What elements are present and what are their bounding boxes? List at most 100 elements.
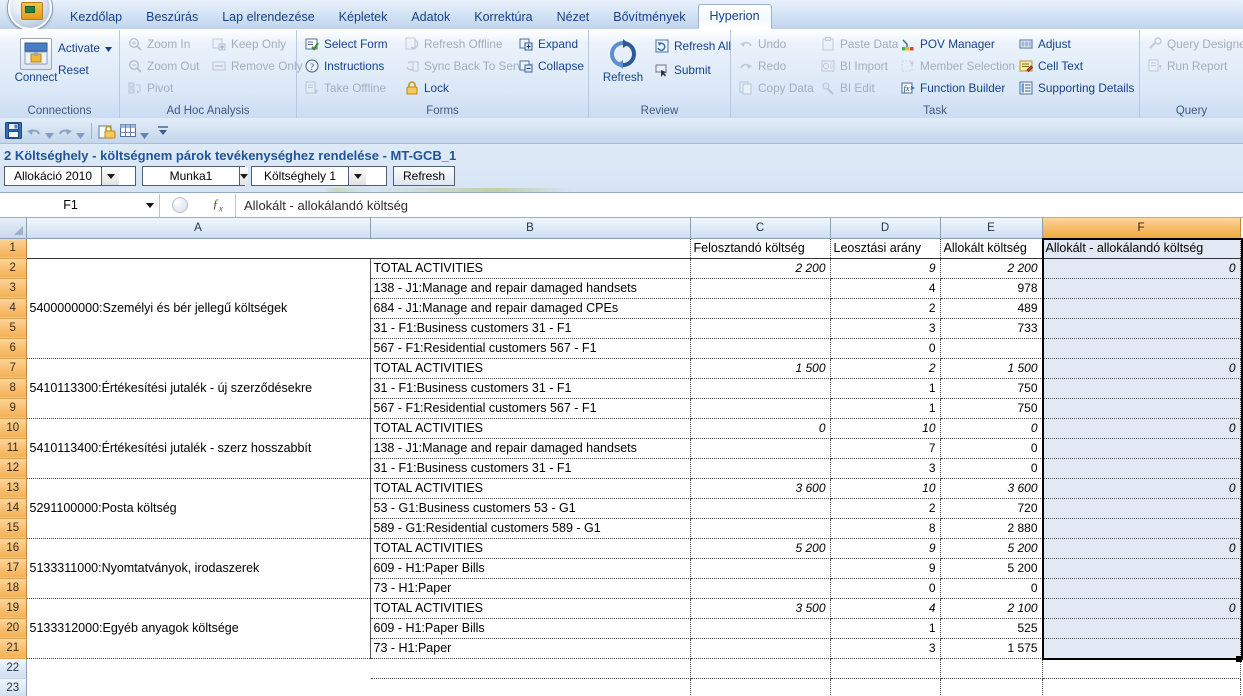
cell-b5[interactable]: 31 - F1:Business customers 31 - F1 <box>370 318 691 339</box>
tab-hyperion[interactable]: Hyperion <box>697 4 772 29</box>
column-header-c[interactable]: C <box>690 218 831 239</box>
cell-e18[interactable]: 0 <box>940 578 1043 599</box>
row-header-7[interactable]: 7 <box>0 358 27 379</box>
cell-d23[interactable] <box>830 678 941 696</box>
redo-dropdown-icon[interactable] <box>76 126 85 139</box>
zoom-out-button[interactable]: Zoom Out <box>128 58 199 75</box>
collapse-button[interactable]: Collapse <box>519 58 584 75</box>
row-header-10[interactable]: 10 <box>0 418 27 439</box>
cell-b17[interactable]: 609 - H1:Paper Bills <box>370 558 691 579</box>
tab-nezet[interactable]: Nézet <box>545 5 602 29</box>
cell-f2[interactable]: 0 <box>1042 258 1241 279</box>
lock-button[interactable]: Lock <box>405 80 449 97</box>
redo-icon[interactable] <box>57 123 73 139</box>
pov-combo-scenario[interactable]: Allokáció 2010 <box>4 166 136 186</box>
tab-bovitmenyek[interactable]: Bővítmények <box>601 5 697 29</box>
cell-e15[interactable]: 2 880 <box>940 518 1043 539</box>
cell-f4[interactable] <box>1042 298 1241 319</box>
cell-e23[interactable] <box>940 678 1043 696</box>
cell-c6[interactable] <box>690 338 831 359</box>
cell-f23[interactable] <box>1042 678 1241 696</box>
select-all-corner[interactable] <box>0 218 27 239</box>
cell-e14[interactable]: 720 <box>940 498 1043 519</box>
row-header-1[interactable]: 1 <box>0 238 27 259</box>
row-header-12[interactable]: 12 <box>0 458 27 479</box>
cell-c1[interactable]: Felosztandó költség <box>690 238 831 259</box>
office-button[interactable] <box>8 0 52 30</box>
cell-d6[interactable]: 0 <box>830 338 941 359</box>
cell-b2[interactable]: TOTAL ACTIVITIES <box>370 258 691 279</box>
cell-d18[interactable]: 0 <box>830 578 941 599</box>
cell-c4[interactable] <box>690 298 831 319</box>
column-header-e[interactable]: E <box>940 218 1043 239</box>
refresh-all-button[interactable]: Refresh All <box>655 38 731 55</box>
row-header-8[interactable]: 8 <box>0 378 27 399</box>
cell-d9[interactable]: 1 <box>830 398 941 419</box>
pov-refresh-button[interactable]: Refresh <box>393 166 456 186</box>
tab-beszuras[interactable]: Beszúrás <box>134 5 210 29</box>
reset-button[interactable]: Reset <box>58 62 89 79</box>
cell-f14[interactable] <box>1042 498 1241 519</box>
row-header-20[interactable]: 20 <box>0 618 27 639</box>
cell-b6[interactable]: 567 - F1:Residential customers 567 - F1 <box>370 338 691 359</box>
account-cell-1[interactable]: 5400000000:Személyi és bér jellegű költs… <box>26 258 371 359</box>
cell-e8[interactable]: 750 <box>940 378 1043 399</box>
bi-import-button[interactable]: BI Import <box>821 58 888 75</box>
tab-lap-elrendezese[interactable]: Lap elrendezése <box>210 5 326 29</box>
cell-b10[interactable]: TOTAL ACTIVITIES <box>370 418 691 439</box>
customize-qat-icon[interactable] <box>156 124 170 138</box>
cell-f20[interactable] <box>1042 618 1241 639</box>
cell-f17[interactable] <box>1042 558 1241 579</box>
cell-c11[interactable] <box>690 438 831 459</box>
copy-data-button[interactable]: Copy Data <box>739 80 814 97</box>
cell-e19[interactable]: 2 100 <box>940 598 1043 619</box>
cell-b11[interactable]: 138 - J1:Manage and repair damaged hands… <box>370 438 691 459</box>
cell-f9[interactable] <box>1042 398 1241 419</box>
cell-b9[interactable]: 567 - F1:Residential customers 567 - F1 <box>370 398 691 419</box>
adjust-button[interactable]: Adjust <box>1019 36 1071 53</box>
undo-task-button[interactable]: Undo <box>739 36 786 53</box>
cell-c10[interactable]: 0 <box>690 418 831 439</box>
cell-e3[interactable]: 978 <box>940 278 1043 299</box>
cell-f8[interactable] <box>1042 378 1241 399</box>
cell-e1[interactable]: Allokált költség <box>940 238 1043 259</box>
cell-c9[interactable] <box>690 398 831 419</box>
insert-function-icon[interactable]: ƒx <box>212 196 223 214</box>
select-form-button[interactable]: Select Form <box>305 36 388 53</box>
account-cell-5[interactable]: 5133311000:Nyomtatványok, irodaszerek <box>26 538 371 599</box>
paste-data-button[interactable]: Paste Data <box>821 36 898 53</box>
row-header-18[interactable]: 18 <box>0 578 27 599</box>
cell-b13[interactable]: TOTAL ACTIVITIES <box>370 478 691 499</box>
row-header-14[interactable]: 14 <box>0 498 27 519</box>
cell-c8[interactable] <box>690 378 831 399</box>
account-cell-6[interactable]: 5133312000:Egyéb anyagok költsége <box>26 598 371 659</box>
row-header-16[interactable]: 16 <box>0 538 27 559</box>
cell-b3[interactable]: 138 - J1:Manage and repair damaged hands… <box>370 278 691 299</box>
cell-d7[interactable]: 2 <box>830 358 941 379</box>
cell-d3[interactable]: 4 <box>830 278 941 299</box>
cell-f1[interactable]: Allokált - allokálandó költség <box>1042 238 1241 259</box>
cell-d2[interactable]: 9 <box>830 258 941 279</box>
tab-kezdolap[interactable]: Kezdőlap <box>58 5 134 29</box>
cell-d21[interactable]: 3 <box>830 638 941 659</box>
cancel-formula-icon[interactable] <box>172 197 189 213</box>
redo-task-button[interactable]: Redo <box>739 58 786 75</box>
selection-fill-handle[interactable] <box>1236 656 1242 662</box>
tab-kepletek[interactable]: Képletek <box>327 5 400 29</box>
cell-b20[interactable]: 609 - H1:Paper Bills <box>370 618 691 639</box>
bi-edit-button[interactable]: BI Edit <box>821 80 875 97</box>
column-header-d[interactable]: D <box>830 218 941 239</box>
account-cell-3[interactable]: 5410113400:Értékesítési jutalék - szerz … <box>26 418 371 479</box>
submit-button[interactable]: Submit <box>655 62 711 79</box>
row-header-15[interactable]: 15 <box>0 518 27 539</box>
cell-c23[interactable] <box>690 678 831 696</box>
refresh-offline-button[interactable]: Refresh Offline <box>405 36 502 53</box>
cell-c2[interactable]: 2 200 <box>690 258 831 279</box>
row-header-13[interactable]: 13 <box>0 478 27 499</box>
cell-text-button[interactable]: Cell Text <box>1019 58 1083 75</box>
row-header-4[interactable]: 4 <box>0 298 27 319</box>
cell-c14[interactable] <box>690 498 831 519</box>
cell-f5[interactable] <box>1042 318 1241 339</box>
cell-e16[interactable]: 5 200 <box>940 538 1043 559</box>
cell-e10[interactable]: 0 <box>940 418 1043 439</box>
